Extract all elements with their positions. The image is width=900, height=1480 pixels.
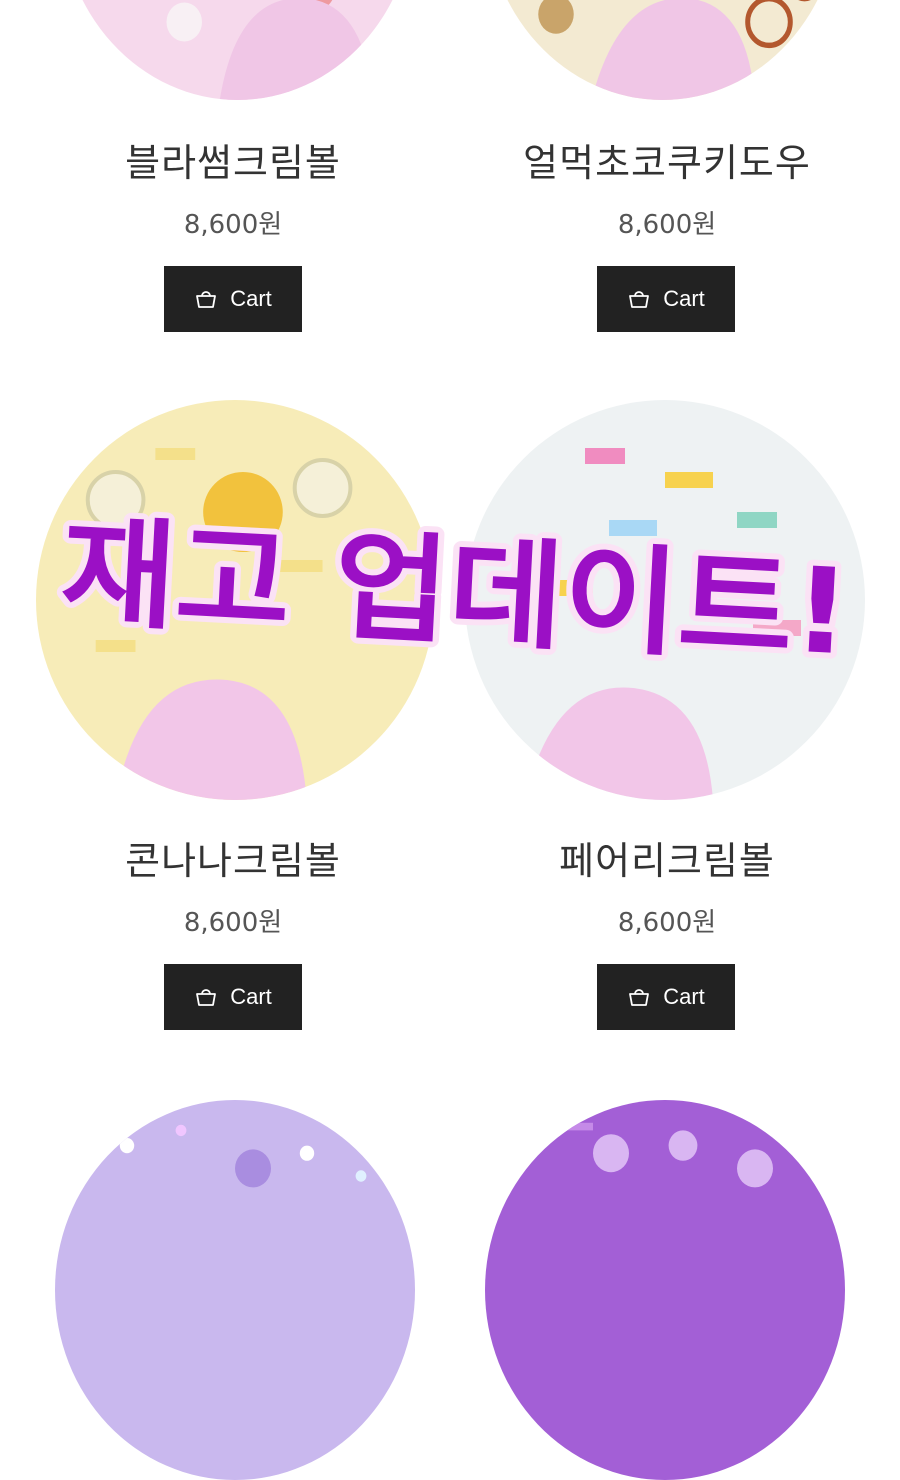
product-price: 8,600원 — [183, 210, 283, 240]
product-image-art — [55, 1100, 415, 1480]
cart-label: Cart — [230, 286, 272, 311]
add-to-cart-button[interactable]: Cart — [164, 964, 302, 1030]
shopping-basket-icon — [629, 291, 650, 308]
product-image-blossom-cream-ball[interactable] — [60, 0, 415, 100]
product-image-choco-cookie-dough[interactable] — [485, 0, 840, 100]
cart-label: Cart — [663, 984, 705, 1009]
cart-label: Cart — [663, 286, 705, 311]
product-name[interactable]: 얼먹초코쿠키도우 — [442, 132, 892, 187]
product-image-glitter-ball[interactable] — [55, 1100, 415, 1480]
stock-update-text: 재고 업데이트! — [58, 505, 854, 682]
shopping-basket-icon — [196, 989, 217, 1006]
stock-update-banner: 재고 업데이트! — [52, 505, 860, 688]
product-price: 8,600원 — [617, 210, 717, 240]
product-image-purple-ball[interactable] — [485, 1100, 845, 1480]
product-image-art — [485, 0, 840, 100]
product-name[interactable]: 블라썸크림볼 — [8, 132, 458, 187]
product-name[interactable]: 페어리크림볼 — [442, 830, 892, 885]
product-name[interactable]: 콘나나크림볼 — [8, 830, 458, 885]
cart-label: Cart — [230, 984, 272, 1009]
product-image-art — [60, 0, 415, 100]
product-price: 8,600원 — [617, 908, 717, 938]
product-price: 8,600원 — [183, 908, 283, 938]
add-to-cart-button[interactable]: Cart — [164, 266, 302, 332]
product-image-art — [485, 1100, 845, 1480]
shopping-basket-icon — [629, 989, 650, 1006]
shopping-basket-icon — [196, 291, 217, 308]
add-to-cart-button[interactable]: Cart — [597, 266, 735, 332]
add-to-cart-button[interactable]: Cart — [597, 964, 735, 1030]
